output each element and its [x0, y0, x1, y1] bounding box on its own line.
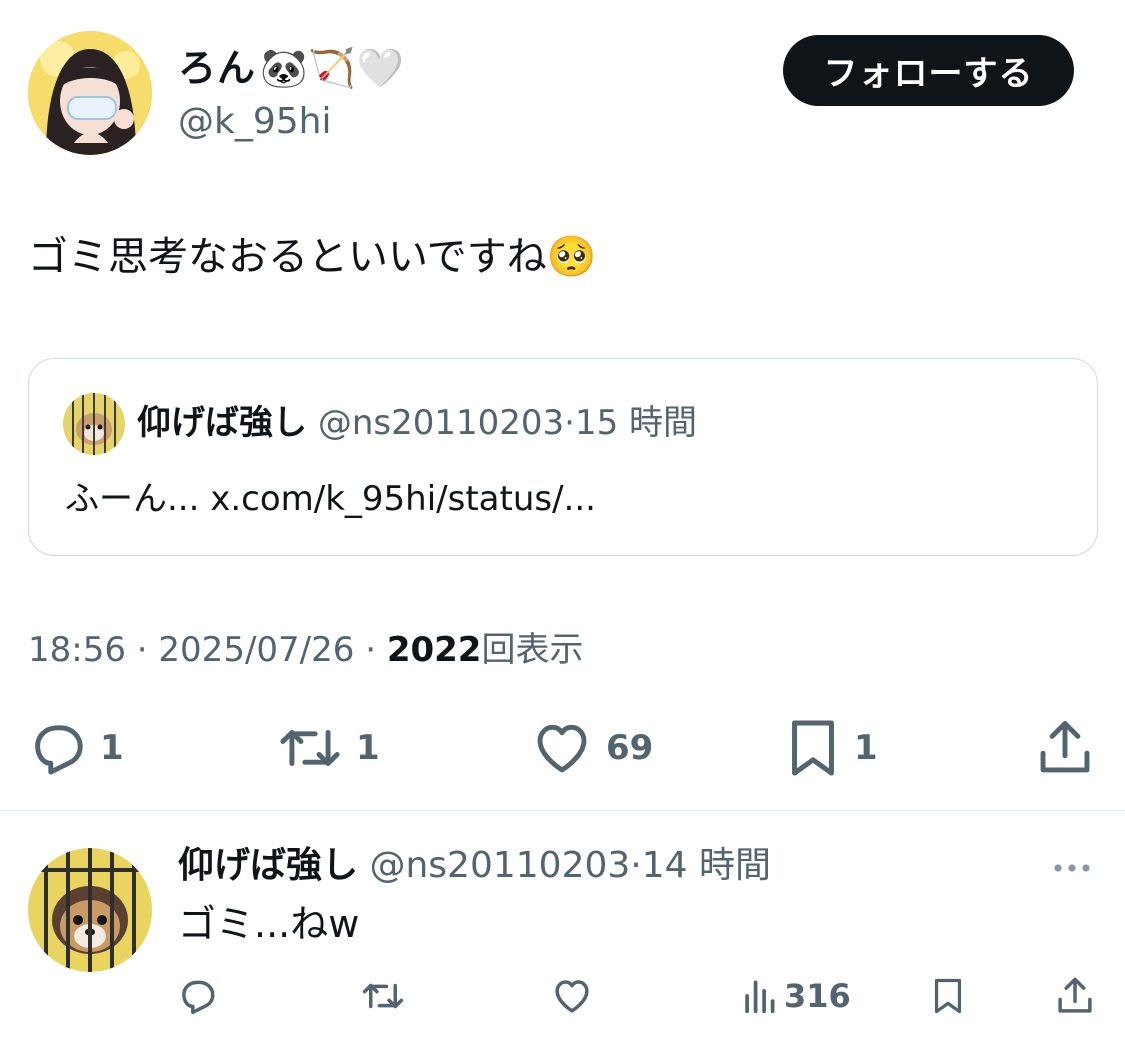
bookmark-button[interactable]: 1	[784, 712, 878, 784]
reply-count: 1	[100, 728, 124, 768]
reply-like-button[interactable]	[550, 972, 594, 1020]
author-name-emojis: 🐼🏹🤍	[260, 46, 405, 90]
more-icon	[1054, 864, 1090, 872]
repost-count: 1	[356, 728, 380, 768]
reply-text: ゴミ...ねw	[178, 902, 360, 946]
reply-author-name[interactable]: 仰げば強し	[178, 845, 358, 886]
pleading-face-emoji: 🥺	[546, 234, 597, 280]
meta-separator-2: ·	[365, 630, 377, 670]
like-icon	[555, 980, 589, 1013]
follow-button[interactable]: フォローする	[783, 35, 1074, 106]
views-count: 2022	[386, 630, 482, 670]
reply-share-button[interactable]	[1054, 972, 1096, 1020]
divider	[0, 810, 1125, 811]
quoted-author-handle: @ns20110203	[317, 403, 565, 443]
reply-timestamp[interactable]: 14 時間	[642, 845, 771, 886]
reply-separator: ·	[630, 845, 642, 886]
reply-views-button[interactable]: 316	[742, 972, 851, 1020]
quoted-author-name: 仰げば強し	[137, 403, 307, 443]
meta-separator: ·	[136, 630, 148, 670]
quoted-tweet-header: 仰げば強し @ns20110203·15 時間	[137, 401, 697, 445]
repost-icon	[280, 730, 340, 766]
tweet-text: ゴミ思考なおるといいですね🥺	[28, 226, 597, 288]
reply-icon	[182, 980, 215, 1015]
quoted-tweet-card[interactable]: 仰げば強し @ns20110203·15 時間 ふーん... x.com/k_9…	[28, 358, 1098, 556]
reply-button[interactable]: 1	[26, 712, 124, 784]
tweet-text-body: ゴミ思考なおるといいですね	[28, 234, 547, 280]
author-display-name[interactable]: ろん 🐼🏹🤍	[178, 42, 405, 94]
reply-author-avatar[interactable]	[28, 848, 152, 972]
views-icon	[745, 980, 775, 1014]
tweet-date[interactable]: 2025/07/26	[158, 630, 354, 670]
share-icon	[1058, 977, 1092, 1013]
reply-header: 仰げば強し @ns20110203·14 時間	[178, 842, 771, 890]
quoted-tweet-text: ふーん... x.com/k_95hi/status/...	[65, 479, 596, 519]
reply-icon	[35, 725, 83, 775]
share-button[interactable]	[1034, 712, 1096, 784]
quoted-author-avatar	[63, 393, 125, 455]
author-handle[interactable]: @k_95hi	[178, 100, 331, 144]
tweet-time[interactable]: 18:56	[28, 630, 126, 670]
tweet-meta: 18:56 · 2025/07/26 · 2022回表示	[28, 624, 583, 676]
like-button[interactable]: 69	[530, 712, 653, 784]
like-icon	[537, 724, 587, 773]
share-icon	[1040, 721, 1090, 773]
more-options-button[interactable]	[1050, 848, 1094, 888]
bookmark-count: 1	[854, 728, 878, 768]
quoted-timestamp: 15 時間	[574, 403, 698, 443]
repost-button[interactable]: 1	[276, 712, 380, 784]
reply-author-handle[interactable]: @ns20110203	[369, 845, 630, 886]
author-name-text: ろん	[178, 46, 257, 90]
like-count: 69	[606, 728, 654, 768]
author-avatar[interactable]	[28, 31, 152, 155]
reply-reply-button[interactable]	[176, 972, 218, 1020]
reply-views-count: 316	[784, 977, 851, 1015]
quoted-separator: ·	[564, 403, 575, 443]
bookmark-icon	[934, 978, 962, 1014]
views-label: 回表示	[481, 630, 584, 670]
reply-bookmark-button[interactable]	[930, 972, 966, 1020]
reply-repost-button[interactable]	[360, 972, 406, 1020]
repost-icon	[362, 983, 404, 1009]
bookmark-icon	[792, 720, 834, 776]
